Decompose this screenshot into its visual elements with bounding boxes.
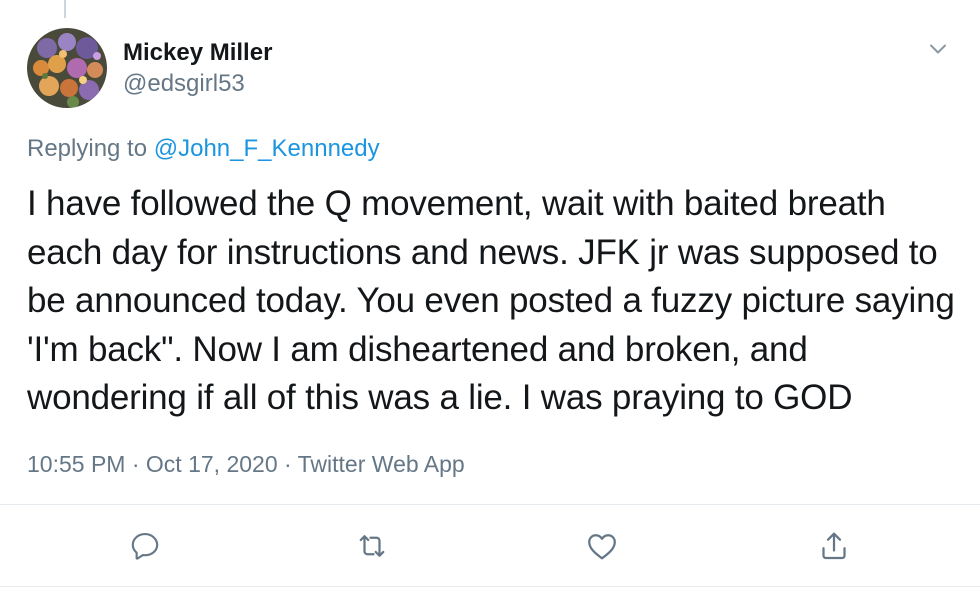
- tweet-bottom-divider: [0, 586, 980, 587]
- tweet-date-link[interactable]: Oct 17, 2020: [146, 451, 278, 477]
- like-icon: [588, 534, 616, 560]
- retweet-icon: [359, 535, 385, 557]
- avatar[interactable]: [27, 28, 107, 108]
- replying-to-line: Replying to @John_F_Kennnedy: [27, 133, 380, 165]
- retweet-button[interactable]: [352, 526, 392, 566]
- tweet-metadata: 10:55 PM · Oct 17, 2020 · Twitter Web Ap…: [27, 448, 465, 480]
- reply-icon: [131, 533, 159, 560]
- tweet-menu-button[interactable]: [925, 36, 951, 62]
- tweet-time-link[interactable]: 10:55 PM: [27, 451, 125, 477]
- replying-to-label: Replying to: [27, 135, 154, 162]
- chevron-down-icon: [930, 44, 946, 54]
- action-bar: [0, 526, 980, 566]
- reply-button[interactable]: [125, 526, 165, 566]
- author-block[interactable]: Mickey Miller @edsgirl53: [123, 38, 272, 99]
- tweet: Mickey Miller @edsgirl53 Replying to @Jo…: [0, 0, 980, 601]
- tweet-text: I have followed the Q movement, wait wit…: [27, 184, 955, 417]
- share-button[interactable]: [814, 526, 854, 566]
- tweet-source-link[interactable]: Twitter Web App: [298, 451, 465, 477]
- like-button[interactable]: [582, 526, 622, 566]
- replying-to-mention-link[interactable]: @John_F_Kennnedy: [154, 135, 380, 162]
- avatar-image: [27, 28, 107, 108]
- meta-separator: ·: [131, 451, 140, 477]
- display-name[interactable]: Mickey Miller: [123, 38, 272, 68]
- user-handle[interactable]: @edsgirl53: [123, 69, 272, 99]
- share-icon: [822, 532, 846, 560]
- meta-separator: ·: [284, 451, 292, 477]
- meta-divider: [0, 504, 980, 505]
